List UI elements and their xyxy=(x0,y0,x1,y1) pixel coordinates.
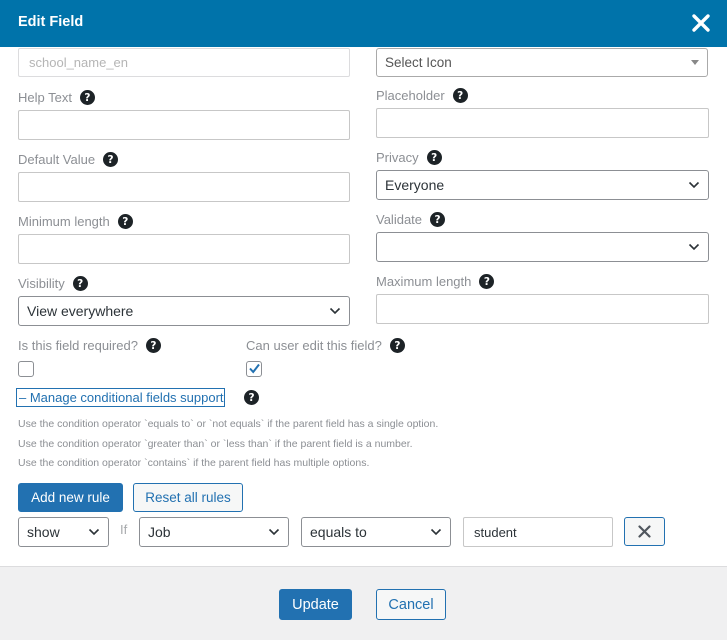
icon-select-value: Select Icon xyxy=(385,55,452,70)
help-icon[interactable]: ? xyxy=(244,390,259,405)
chevron-down-icon xyxy=(268,528,280,536)
help-icon[interactable]: ? xyxy=(72,276,88,291)
validate-label: Validate? xyxy=(376,212,446,227)
help-text-input[interactable] xyxy=(18,110,350,140)
reset-all-rules-button[interactable]: Reset all rules xyxy=(133,483,243,512)
chevron-down-icon xyxy=(88,528,100,536)
update-button[interactable]: Update xyxy=(279,589,352,620)
help-icon[interactable]: ? xyxy=(479,274,495,289)
privacy-value: Everyone xyxy=(385,177,445,193)
check-icon xyxy=(249,363,260,374)
help-text-label: Help Text? xyxy=(18,90,95,105)
max-length-input[interactable] xyxy=(376,294,709,324)
help-icon[interactable]: ? xyxy=(452,88,468,103)
chevron-down-icon xyxy=(430,528,442,536)
visibility-value: View everywhere xyxy=(27,303,134,319)
required-checkbox[interactable] xyxy=(18,361,34,377)
default-value-label: Default Value? xyxy=(18,152,119,167)
icon-select[interactable]: Select Icon xyxy=(376,48,708,77)
privacy-select[interactable]: Everyone xyxy=(376,170,709,200)
condition-note-2: Use the condition operator `greater than… xyxy=(18,438,413,450)
help-icon[interactable]: ? xyxy=(145,338,161,353)
rule-operator-select[interactable]: equals to xyxy=(301,517,451,547)
field-key-input[interactable]: school_name_en xyxy=(18,48,350,77)
help-icon[interactable]: ? xyxy=(426,150,442,165)
manage-conditional-toggle[interactable]: – Manage conditional fields support xyxy=(16,388,225,407)
dropdown-arrow-icon xyxy=(691,60,699,65)
help-icon[interactable]: ? xyxy=(389,338,405,353)
remove-rule-icon xyxy=(638,525,651,538)
rule-if-label: If xyxy=(120,522,128,537)
modal-footer: Update Cancel xyxy=(0,566,727,640)
rule-field-select[interactable]: Job xyxy=(139,517,289,547)
chevron-down-icon xyxy=(688,243,700,251)
rule-action-select[interactable]: show xyxy=(18,517,109,547)
visibility-label: Visibility? xyxy=(18,276,88,291)
chevron-down-icon xyxy=(688,181,700,189)
min-length-label: Minimum length? xyxy=(18,214,133,229)
remove-rule-button[interactable] xyxy=(624,517,665,546)
field-key-placeholder: school_name_en xyxy=(29,55,129,70)
add-new-rule-button[interactable]: Add new rule xyxy=(18,483,123,512)
help-icon[interactable]: ? xyxy=(79,90,95,105)
visibility-select[interactable]: View everywhere xyxy=(18,296,350,326)
placeholder-label: Placeholder? xyxy=(376,88,468,103)
privacy-label: Privacy? xyxy=(376,150,442,165)
default-value-input[interactable] xyxy=(18,172,350,202)
help-icon[interactable]: ? xyxy=(117,214,133,229)
placeholder-input[interactable] xyxy=(376,108,709,138)
required-label: Is this field required?? xyxy=(18,338,161,353)
help-icon[interactable]: ? xyxy=(103,152,119,167)
user-edit-label: Can user edit this field?? xyxy=(246,338,405,353)
max-length-label: Maximum length? xyxy=(376,274,495,289)
help-icon[interactable]: ? xyxy=(430,212,446,227)
modal-title: Edit Field xyxy=(18,14,84,30)
rule-value-input[interactable]: student xyxy=(463,517,613,547)
cancel-button[interactable]: Cancel xyxy=(376,589,446,620)
condition-note-1: Use the condition operator `equals to` o… xyxy=(18,418,439,430)
modal-header: Edit Field xyxy=(0,0,727,47)
condition-note-3: Use the condition operator `contains` if… xyxy=(18,457,370,469)
user-edit-checkbox[interactable] xyxy=(246,361,262,377)
chevron-down-icon xyxy=(329,307,341,315)
min-length-input[interactable] xyxy=(18,234,350,264)
validate-select[interactable] xyxy=(376,232,709,262)
close-icon[interactable] xyxy=(689,11,713,35)
